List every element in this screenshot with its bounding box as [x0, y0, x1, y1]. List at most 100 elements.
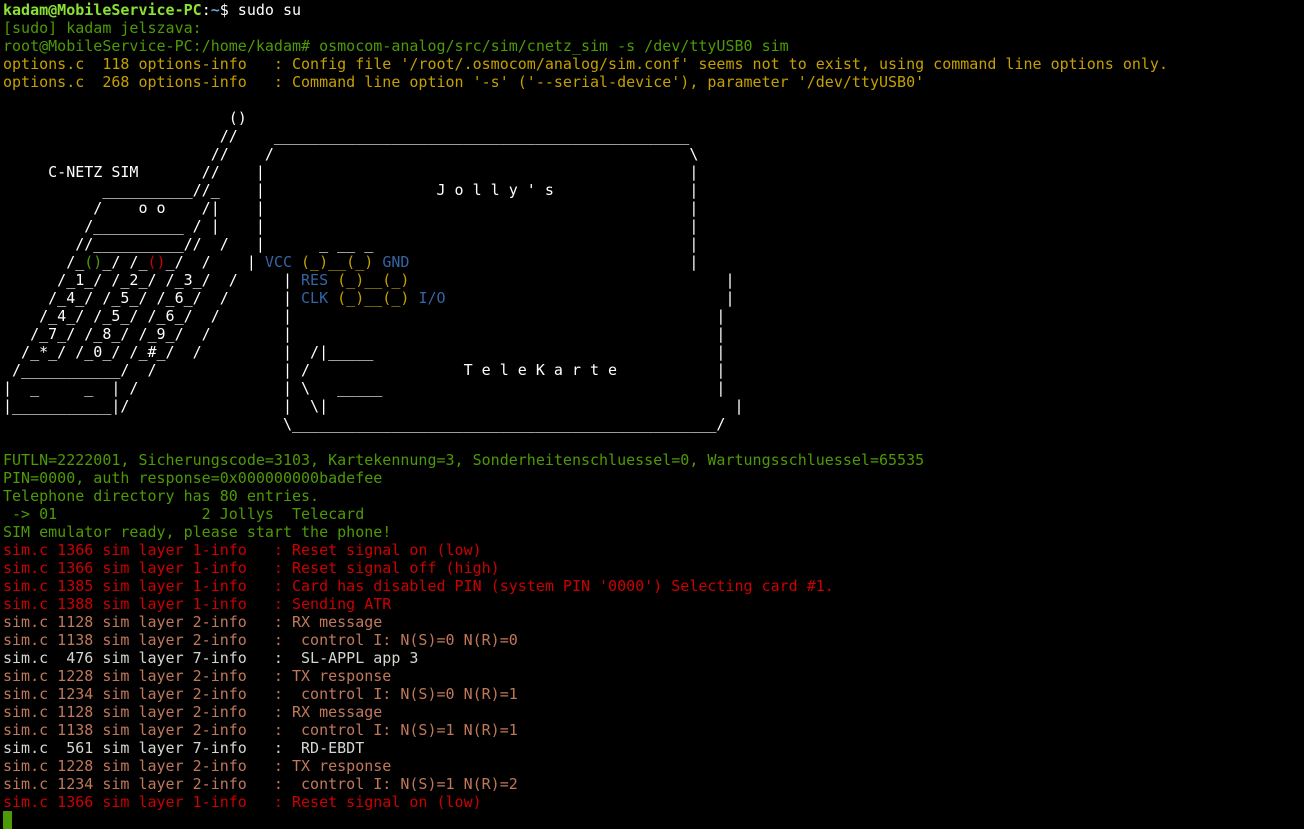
- terminal-text-segment: SIM emulator ready, please start the pho…: [3, 523, 392, 541]
- terminal-line: SIM emulator ready, please start the pho…: [3, 523, 1301, 541]
- terminal-line: sim.c 1138 sim layer 2-info : control I:…: [3, 721, 1301, 739]
- terminal-text-segment: | _ _ | / | \ _____ |: [3, 379, 726, 397]
- terminal-line: /__________ / | | |: [3, 217, 1301, 235]
- terminal-text-segment: options.c 118 options-info : Config file…: [3, 55, 1168, 73]
- terminal-text-segment: sim.c 1138 sim layer 2-info : control I:…: [3, 721, 518, 739]
- terminal-text-segment: (_)__(_): [301, 253, 383, 271]
- terminal-line: // / \: [3, 145, 1301, 163]
- terminal-text-segment: RES: [301, 271, 338, 289]
- terminal-text-segment: __________//_ | J o l l y ' s |: [3, 181, 699, 199]
- terminal-line: sim.c 1388 sim layer 1-info : Sending AT…: [3, 595, 1301, 613]
- terminal-text-segment: // _____________________________________…: [3, 127, 690, 145]
- terminal-text-segment: C-NETZ SIM // | |: [3, 163, 699, 181]
- terminal-text-segment: |: [409, 253, 699, 271]
- terminal-line: -> 01 2 Jollys Telecard: [3, 505, 1301, 523]
- terminal-text-segment: sim.c 1128 sim layer 2-info : RX message: [3, 703, 383, 721]
- terminal-text-segment: (_)__(_): [337, 289, 419, 307]
- terminal-text-segment: /___________/ / | / T e l e K a r t e |: [3, 361, 726, 379]
- terminal-text-segment: Telephone directory has 80 entries.: [3, 487, 320, 505]
- terminal-line: sim.c 1234 sim layer 2-info : control I:…: [3, 775, 1301, 793]
- terminal-line: sim.c 1366 sim layer 1-info : Reset sign…: [3, 559, 1301, 577]
- terminal-text-segment: sim.c 561 sim layer 7-info : RD-EBDT: [3, 739, 365, 757]
- terminal-text-segment: ~: [210, 1, 220, 19]
- terminal-text-segment: sim.c 1366 sim layer 1-info : Reset sign…: [3, 793, 482, 811]
- terminal-text-segment: /_: [3, 253, 85, 271]
- terminal-text-segment: I/O: [418, 289, 446, 307]
- terminal-line: sim.c 1138 sim layer 2-info : control I:…: [3, 631, 1301, 649]
- terminal-line: kadam@MobileService-PC:~$ sudo su: [3, 1, 1301, 19]
- terminal-text-segment: CLK: [301, 289, 338, 307]
- terminal-text-segment: (_)__(_): [337, 271, 410, 289]
- terminal-line: sim.c 476 sim layer 7-info : SL-APPL app…: [3, 649, 1301, 667]
- terminal-text-segment: (): [3, 109, 247, 127]
- terminal-text-segment: sim.c 1366 sim layer 1-info : Reset sign…: [3, 541, 482, 559]
- terminal-text-segment: options.c 268 options-info : Command lin…: [3, 73, 925, 91]
- terminal-text-segment: sim.c 1388 sim layer 1-info : Sending AT…: [3, 595, 392, 613]
- terminal-line: sim.c 1128 sim layer 2-info : RX message: [3, 703, 1301, 721]
- terminal-text-segment: VCC: [264, 253, 302, 271]
- terminal-line: //__________// / | _ __ _ |: [3, 235, 1301, 253]
- terminal-line: sim.c 1228 sim layer 2-info : TX respons…: [3, 667, 1301, 685]
- terminal-line: /_*_/ /_0_/ /_#_/ / | /|_____ |: [3, 343, 1301, 361]
- terminal-output[interactable]: kadam@MobileService-PC:~$ sudo su [sudo] …: [3, 1, 1301, 829]
- terminal-text-segment: sim.c 1366 sim layer 1-info : Reset sign…: [3, 559, 500, 577]
- terminal-line: PIN=0000, auth response=0x000000000badef…: [3, 469, 1301, 487]
- terminal-line: sim.c 1234 sim layer 2-info : control I:…: [3, 685, 1301, 703]
- terminal-line: /_()_/ /_()_/ / | VCC (_)__(_) GND |: [3, 253, 1301, 271]
- terminal-text-segment: |___________|/ | \| |: [3, 397, 744, 415]
- terminal-line: |___________|/ | \| |: [3, 397, 1301, 415]
- cursor-block: [3, 811, 12, 829]
- terminal-text-segment: sim.c 476 sim layer 7-info : SL-APPL app…: [3, 649, 419, 667]
- terminal-line: sim.c 1128 sim layer 2-info : RX message: [3, 613, 1301, 631]
- terminal-line: \_______________________________________…: [3, 415, 1301, 433]
- terminal-line: /_4_/ /_5_/ /_6_/ / | |: [3, 307, 1301, 325]
- terminal-line: FUTLN=2222001, Sicherungscode=3103, Kart…: [3, 451, 1301, 469]
- terminal-text-segment: sim.c 1385 sim layer 1-info : Card has d…: [3, 577, 834, 595]
- terminal-line: / o o /| | |: [3, 199, 1301, 217]
- terminal-line: /___________/ / | / T e l e K a r t e |: [3, 361, 1301, 379]
- terminal-text-segment: // / \: [3, 145, 699, 163]
- terminal-text-segment: /_*_/ /_0_/ /_#_/ / | /|_____ |: [3, 343, 726, 361]
- terminal-text-segment: sim.c 1228 sim layer 2-info : TX respons…: [3, 667, 392, 685]
- terminal-line: sim.c 1366 sim layer 1-info : Reset sign…: [3, 541, 1301, 559]
- terminal-line: (): [3, 109, 1301, 127]
- terminal-line: | _ _ | / | \ _____ |: [3, 379, 1301, 397]
- terminal-text-segment: (): [147, 253, 166, 271]
- terminal-line: root@MobileService-PC:/home/kadam# osmoc…: [3, 37, 1301, 55]
- terminal-text-segment: |: [282, 289, 302, 307]
- terminal-text-segment: root@MobileService-PC:/home/kadam# osmoc…: [3, 37, 789, 55]
- terminal-text-segment: |: [409, 271, 735, 289]
- terminal-text-segment: GND: [382, 253, 410, 271]
- terminal-text-segment: sim.c 1128 sim layer 2-info : RX message: [3, 613, 383, 631]
- terminal-text-segment: sim.c 1138 sim layer 2-info : control I:…: [3, 631, 518, 649]
- terminal-line: [sudo] kadam jelszava:: [3, 19, 1301, 37]
- terminal-text-segment: / o o /| | |: [3, 199, 699, 217]
- terminal-line: options.c 118 options-info : Config file…: [3, 55, 1301, 73]
- terminal-line: sim.c 561 sim layer 7-info : RD-EBDT: [3, 739, 1301, 757]
- terminal-text-segment: sim.c 1234 sim layer 2-info : control I:…: [3, 685, 518, 703]
- terminal-line: // _____________________________________…: [3, 127, 1301, 145]
- terminal-line: sim.c 1366 sim layer 1-info : Reset sign…: [3, 793, 1301, 811]
- terminal-line: /_7_/ /_8_/ /_9_/ / | |: [3, 325, 1301, 343]
- terminal-text-segment: $ sudo su: [219, 1, 302, 19]
- terminal-line: __________//_ | J o l l y ' s |: [3, 181, 1301, 199]
- terminal-text-segment: \_______________________________________…: [3, 415, 726, 433]
- terminal-text-segment: /_7_/ /_8_/ /_9_/ / | |: [3, 325, 726, 343]
- terminal-text-segment: /_4_/ /_5_/ /_6_/ /: [3, 289, 283, 307]
- terminal-text-segment: |: [282, 271, 302, 289]
- terminal-line: /_1_/ /_2_/ /_3_/ / | RES (_)__(_) |: [3, 271, 1301, 289]
- terminal-text-segment: sim.c 1228 sim layer 2-info : TX respons…: [3, 757, 392, 775]
- terminal-text-segment: -> 01 2 Jollys Telecard: [3, 505, 365, 523]
- terminal-line: C-NETZ SIM // | |: [3, 163, 1301, 181]
- terminal-text-segment: /_1_/ /_2_/ /_3_/ /: [3, 271, 283, 289]
- terminal-text-segment: FUTLN=2222001, Sicherungscode=3103, Kart…: [3, 451, 925, 469]
- terminal-text-segment: /__________ / | | |: [3, 217, 699, 235]
- terminal-line: sim.c 1385 sim layer 1-info : Card has d…: [3, 577, 1301, 595]
- terminal-text-segment: //__________// / | _ __ _ |: [3, 235, 699, 253]
- prompt-line[interactable]: [3, 811, 1301, 829]
- terminal-text-segment: [sudo] kadam jelszava:: [3, 19, 202, 37]
- terminal-text-segment: _/ /_: [102, 253, 148, 271]
- terminal-line: Telephone directory has 80 entries.: [3, 487, 1301, 505]
